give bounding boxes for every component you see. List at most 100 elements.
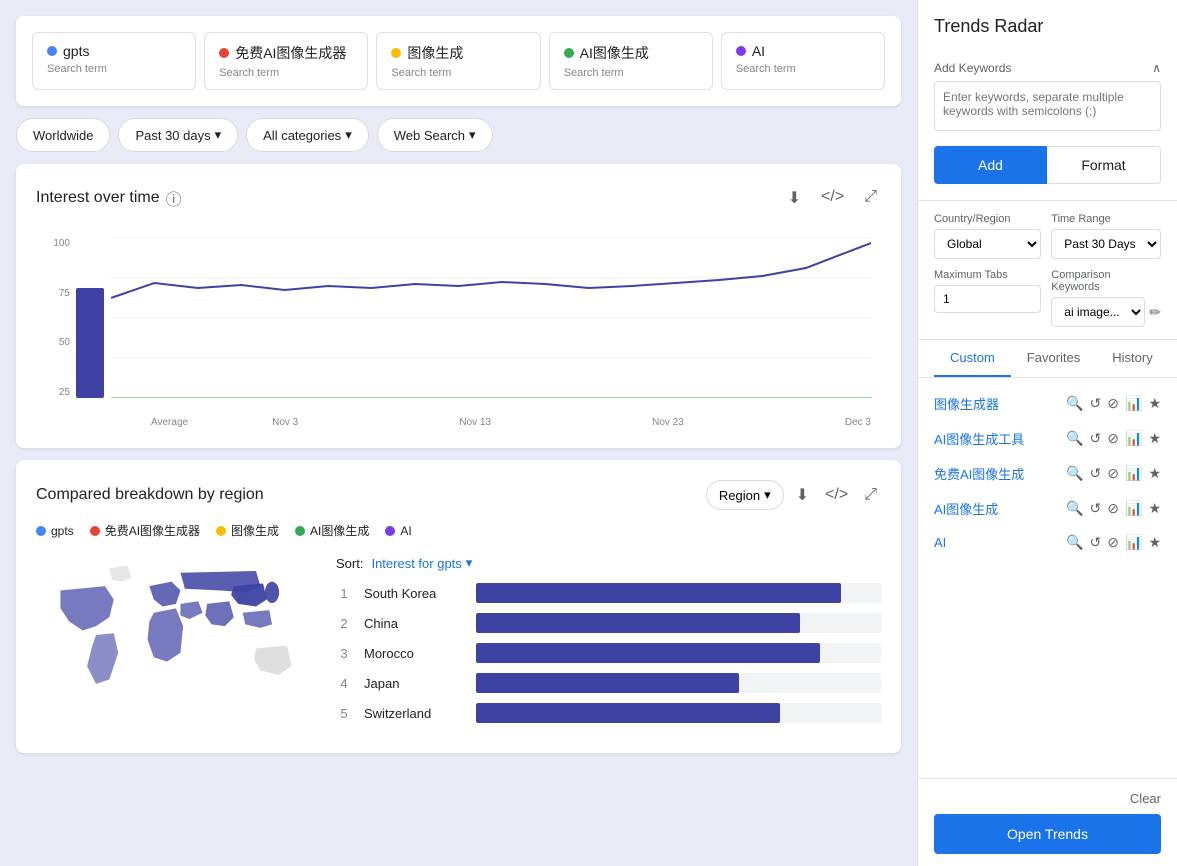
star-icon-1[interactable]: ★	[1148, 395, 1161, 412]
sidebar-title: Trends Radar	[934, 16, 1043, 37]
categories-filter[interactable]: All categories ▾	[246, 118, 369, 152]
region-rank-5: 5	[336, 706, 352, 721]
star-icon-4[interactable]: ★	[1148, 500, 1161, 517]
keyword-text-2[interactable]: AI图像生成工具	[934, 429, 1058, 448]
refresh-icon-4[interactable]: ↺	[1090, 500, 1102, 517]
legend-dot-ai-tuxiang	[295, 526, 305, 536]
keyword-text-1[interactable]: 图像生成器	[934, 394, 1058, 413]
max-tabs-group: Maximum Tabs	[934, 269, 1041, 327]
block-icon-5[interactable]: ⊘	[1107, 534, 1119, 551]
block-icon-1[interactable]: ⊘	[1107, 395, 1119, 412]
max-tabs-label: Maximum Tabs	[934, 269, 1041, 281]
country-region-label: Country/Region	[934, 213, 1041, 225]
chart-title-text: Interest over time	[36, 189, 160, 207]
format-button[interactable]: Format	[1047, 146, 1161, 184]
x-label-nov3: Nov 3	[272, 417, 298, 428]
term-card-1[interactable]: gpts Search term	[32, 32, 196, 90]
region-rank-3: 3	[336, 646, 352, 661]
add-keywords-label: Add Keywords	[934, 61, 1011, 75]
term-card-4[interactable]: AI图像生成 Search term	[549, 32, 713, 90]
past30-filter[interactable]: Past 30 days ▾	[118, 118, 238, 152]
star-icon-5[interactable]: ★	[1148, 534, 1161, 551]
chart-icon-1[interactable]: 📊	[1125, 395, 1142, 412]
max-tabs-input[interactable]	[934, 285, 1041, 313]
chart-icon-4[interactable]: 📊	[1125, 500, 1142, 517]
time-chart-container: 100 75 50 25	[36, 228, 881, 428]
term-dot-1	[47, 46, 57, 56]
keyword-text-3[interactable]: 免费AI图像生成	[934, 464, 1058, 483]
country-region-select[interactable]: Global	[934, 229, 1041, 259]
region-bar-container-1	[476, 583, 881, 603]
legend-tuxiang: 图像生成	[216, 522, 279, 539]
search-icon-1[interactable]: 🔍	[1066, 395, 1083, 412]
term-label-5: Search term	[736, 63, 870, 75]
y-label-25: 25	[59, 387, 70, 398]
comp-keywords-label: Comparison Keywords	[1051, 269, 1161, 293]
search-icon-2[interactable]: 🔍	[1066, 430, 1083, 447]
term-label-4: Search term	[564, 67, 698, 79]
block-icon-2[interactable]: ⊘	[1107, 430, 1119, 447]
term-card-5[interactable]: AI Search term	[721, 32, 885, 90]
region-bar-container-2	[476, 613, 881, 633]
x-label-nov23: Nov 23	[652, 417, 684, 428]
clear-button[interactable]: Clear	[1130, 791, 1161, 806]
region-bar-4	[476, 673, 739, 693]
search-type-filter[interactable]: Web Search ▾	[377, 118, 493, 152]
sort-select[interactable]: Interest for gpts ▾	[371, 555, 472, 571]
sort-label: Sort:	[336, 556, 363, 571]
term-card-2[interactable]: 免费AI图像生成器 Search term	[204, 32, 368, 90]
legend-label-gpts: gpts	[51, 524, 74, 538]
term-card-3[interactable]: 图像生成 Search term	[376, 32, 540, 90]
legend-gpts: gpts	[36, 522, 74, 539]
comp-keywords-select[interactable]: ai image...	[1051, 297, 1145, 327]
keyword-text-4[interactable]: AI图像生成	[934, 499, 1058, 518]
add-keywords-button[interactable]: Add	[934, 146, 1047, 184]
chart-icon-5[interactable]: 📊	[1125, 534, 1142, 551]
tab-custom[interactable]: Custom	[934, 340, 1011, 377]
block-icon-3[interactable]: ⊘	[1107, 465, 1119, 482]
refresh-icon-3[interactable]: ↺	[1090, 465, 1102, 482]
search-icon-4[interactable]: 🔍	[1066, 500, 1083, 517]
block-icon-4[interactable]: ⊘	[1107, 500, 1119, 517]
legend-label-mianfei: 免费AI图像生成器	[105, 522, 200, 539]
star-icon-3[interactable]: ★	[1148, 465, 1161, 482]
tab-history[interactable]: History	[1096, 340, 1168, 377]
time-range-select[interactable]: Past 30 Days	[1051, 229, 1161, 259]
keywords-textarea[interactable]	[934, 81, 1161, 131]
share-region-icon[interactable]: ⤢	[860, 482, 881, 508]
edit-icon[interactable]: ✏	[1149, 304, 1161, 321]
y-label-50: 50	[59, 337, 70, 348]
legend-mianfei: 免费AI图像生成器	[90, 522, 200, 539]
star-icon-2[interactable]: ★	[1148, 430, 1161, 447]
tab-favorites[interactable]: Favorites	[1011, 340, 1096, 377]
search-icon-3[interactable]: 🔍	[1066, 465, 1083, 482]
worldwide-filter[interactable]: Worldwide	[16, 118, 110, 152]
region-content: Sort: Interest for gpts ▾ 1 South Korea …	[36, 555, 881, 733]
help-icon[interactable]: ⓘ	[166, 186, 182, 210]
term-label-3: Search term	[391, 67, 525, 79]
open-trends-button[interactable]: Open Trends	[934, 814, 1161, 854]
chart-icon-2[interactable]: 📊	[1125, 430, 1142, 447]
sidebar-settings: Country/Region Global Time Range Past 30…	[918, 201, 1177, 340]
search-icon-5[interactable]: 🔍	[1066, 534, 1083, 551]
refresh-icon-5[interactable]: ↺	[1090, 534, 1102, 551]
keyword-text-5[interactable]: AI	[934, 535, 1058, 550]
region-toggle-btn[interactable]: Region ▾	[706, 480, 784, 510]
term-name-2: 免费AI图像生成器	[235, 43, 346, 63]
collapse-icon[interactable]: ∧	[1152, 61, 1161, 75]
refresh-icon-1[interactable]: ↺	[1090, 395, 1102, 412]
embed-icon[interactable]: </>	[817, 184, 848, 212]
embed-region-icon[interactable]: </>	[821, 482, 852, 508]
download-icon[interactable]: ⬇	[784, 184, 805, 212]
time-range-group: Time Range Past 30 Days	[1051, 213, 1161, 259]
region-rank-2: 2	[336, 616, 352, 631]
chart-icon-3[interactable]: 📊	[1125, 465, 1142, 482]
term-dot-4	[564, 48, 574, 58]
share-icon[interactable]: ⤢	[860, 184, 881, 212]
download-region-icon[interactable]: ⬇	[792, 481, 813, 509]
term-dot-2	[219, 48, 229, 58]
refresh-icon-2[interactable]: ↺	[1090, 430, 1102, 447]
term-dot-3	[391, 48, 401, 58]
filters-bar: Worldwide Past 30 days ▾ All categories …	[16, 118, 901, 152]
comp-keywords-group: Comparison Keywords ai image... ✏	[1051, 269, 1161, 327]
